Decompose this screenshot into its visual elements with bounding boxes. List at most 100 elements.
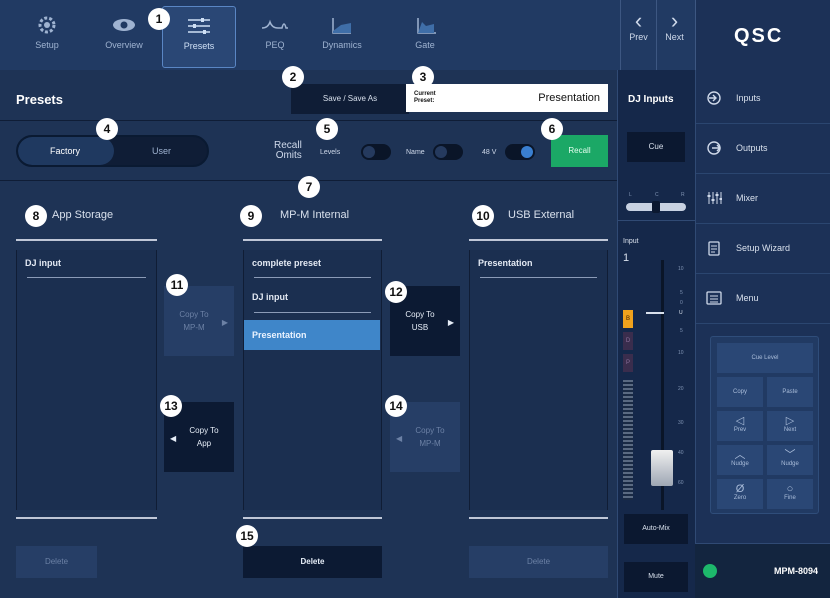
list-item[interactable]: DJ input <box>25 258 61 268</box>
gate-icon <box>417 18 436 34</box>
toggle-knob <box>521 146 533 158</box>
factory-option[interactable]: Factory <box>50 146 80 156</box>
paste-button[interactable]: Paste <box>767 377 813 407</box>
name-toggle[interactable] <box>433 144 463 160</box>
callout-6: 6 <box>541 118 563 140</box>
mixer-icon <box>707 192 722 204</box>
callout-14: 14 <box>385 395 407 417</box>
list-divider <box>480 277 597 278</box>
callout-5: 5 <box>316 118 338 140</box>
usb-delete-button[interactable]: Delete <box>469 546 608 578</box>
next-button[interactable]: ▷ Next <box>767 411 813 441</box>
arrow-right-icon: ▶ <box>447 318 454 327</box>
callout-3: 3 <box>412 66 434 88</box>
current-preset-label: Current Preset: <box>414 91 436 104</box>
chevron-right-icon: › <box>670 8 679 33</box>
levels-toggle[interactable] <box>361 144 391 160</box>
usb-external-title: USB External <box>508 209 575 221</box>
app-storage-list[interactable]: DJ input <box>16 250 157 510</box>
callout-7: 7 <box>298 176 320 198</box>
keypad: Cue Level Copy Paste ◁ Prev ▷ Next ︿ Nudge … <box>710 336 819 514</box>
user-option[interactable]: User <box>152 146 171 156</box>
tab-overview[interactable]: Overview <box>98 6 150 68</box>
app-storage-title: App Storage <box>52 209 114 221</box>
arrow-right-icon: ▶ <box>221 318 228 327</box>
prev-label: Prev <box>629 32 648 42</box>
header-divider <box>0 120 617 121</box>
dj-inputs-strip: DJ Inputs Cue L C R Input 1 B D P U 10 5… <box>617 70 696 598</box>
pan-left-label: L <box>629 192 632 198</box>
cue-button[interactable]: Cue <box>627 132 685 162</box>
tab-label: Presets <box>183 41 215 51</box>
callout-12: 12 <box>385 281 407 303</box>
fine-label: Fine <box>784 495 796 501</box>
zero-button[interactable]: Ø Zero <box>717 479 763 509</box>
mute-button[interactable]: Mute <box>624 562 688 592</box>
page-title: Presets <box>16 92 63 107</box>
peq-curve-icon <box>261 19 288 29</box>
device-model: MPM-8094 <box>773 566 818 576</box>
fine-button[interactable]: ○ Fine <box>767 479 813 509</box>
nudge-down-button[interactable]: ﹀ Nudge <box>767 445 813 475</box>
mpm-internal-list[interactable]: complete preset DJ input Presentation <box>243 250 382 510</box>
usb-external-list[interactable]: Presentation <box>469 250 608 510</box>
fader-knob[interactable] <box>651 450 673 486</box>
eye-icon <box>113 19 135 31</box>
input-number: 1 <box>623 252 630 264</box>
prev-button[interactable]: ◁ Prev <box>717 411 763 441</box>
pan-slider[interactable] <box>626 201 686 213</box>
list-item[interactable]: DJ input <box>252 292 288 302</box>
phantom-power-toggle[interactable] <box>505 144 535 160</box>
mpm-delete-button[interactable]: Delete <box>243 546 382 578</box>
brand-logo: QSC <box>695 0 830 70</box>
toggle-knob <box>363 146 375 158</box>
list-divider <box>27 277 146 278</box>
current-preset-value: Presentation <box>538 92 600 104</box>
list-item[interactable]: complete preset <box>252 258 321 268</box>
pan-knob[interactable] <box>652 201 660 213</box>
dj-inputs-title: DJ Inputs <box>628 94 674 105</box>
automix-button[interactable]: Auto-Mix <box>624 514 688 544</box>
menu-icon <box>706 291 722 305</box>
null-icon: Ø <box>735 483 745 495</box>
unity-line <box>646 312 664 314</box>
level-tick: 40 <box>678 450 684 456</box>
tab-label: Setup <box>35 40 59 50</box>
app-delete-button[interactable]: Delete <box>16 546 97 578</box>
copy-button[interactable]: Copy <box>717 377 763 407</box>
factory-user-toggle[interactable]: Factory User <box>16 135 209 167</box>
tab-peq[interactable]: PEQ <box>250 6 300 68</box>
side-item-outputs[interactable]: Outputs <box>696 124 830 174</box>
pan-right-label: R <box>681 192 685 198</box>
callout-4: 4 <box>96 118 118 140</box>
tab-presets[interactable]: Presets <box>162 6 236 68</box>
tab-setup[interactable]: Setup <box>22 6 72 68</box>
side-item-label: Menu <box>736 293 759 303</box>
device-status: MPM-8094 <box>695 543 830 598</box>
tab-gate[interactable]: Gate <box>400 6 450 68</box>
side-item-label: Setup Wizard <box>736 243 791 253</box>
level-tick: 10 <box>678 266 684 272</box>
side-item-label: Mixer <box>736 193 758 203</box>
level-tick: 5 <box>680 290 683 296</box>
tab-dynamics[interactable]: Dynamics <box>314 6 370 68</box>
usb-external-bottom-line <box>469 517 608 519</box>
level-tick: 20 <box>678 386 684 392</box>
copy-to-mpm-button[interactable]: Copy To MP-M ▶ <box>164 286 234 356</box>
circle-icon: ○ <box>786 483 794 495</box>
gear-icon <box>38 16 56 34</box>
list-item[interactable]: Presentation <box>478 258 533 268</box>
recall-button[interactable]: Recall <box>551 135 608 167</box>
save-as-button[interactable]: Save / Save As <box>291 84 409 114</box>
next-tab-button[interactable]: › Next <box>656 0 692 70</box>
side-item-inputs[interactable]: Inputs <box>696 74 830 124</box>
list-item-selected[interactable]: Presentation <box>244 320 380 350</box>
levels-label: Levels <box>320 149 341 156</box>
side-item-setup-wizard[interactable]: Setup Wizard <box>696 224 830 274</box>
prev-tab-button[interactable]: ‹ Prev <box>620 0 656 70</box>
tab-label: Gate <box>415 40 435 50</box>
side-item-menu[interactable]: Menu <box>696 274 830 324</box>
side-item-mixer[interactable]: Mixer <box>696 174 830 224</box>
cue-level-button[interactable]: Cue Level <box>717 343 813 373</box>
nudge-up-button[interactable]: ︿ Nudge <box>717 445 763 475</box>
